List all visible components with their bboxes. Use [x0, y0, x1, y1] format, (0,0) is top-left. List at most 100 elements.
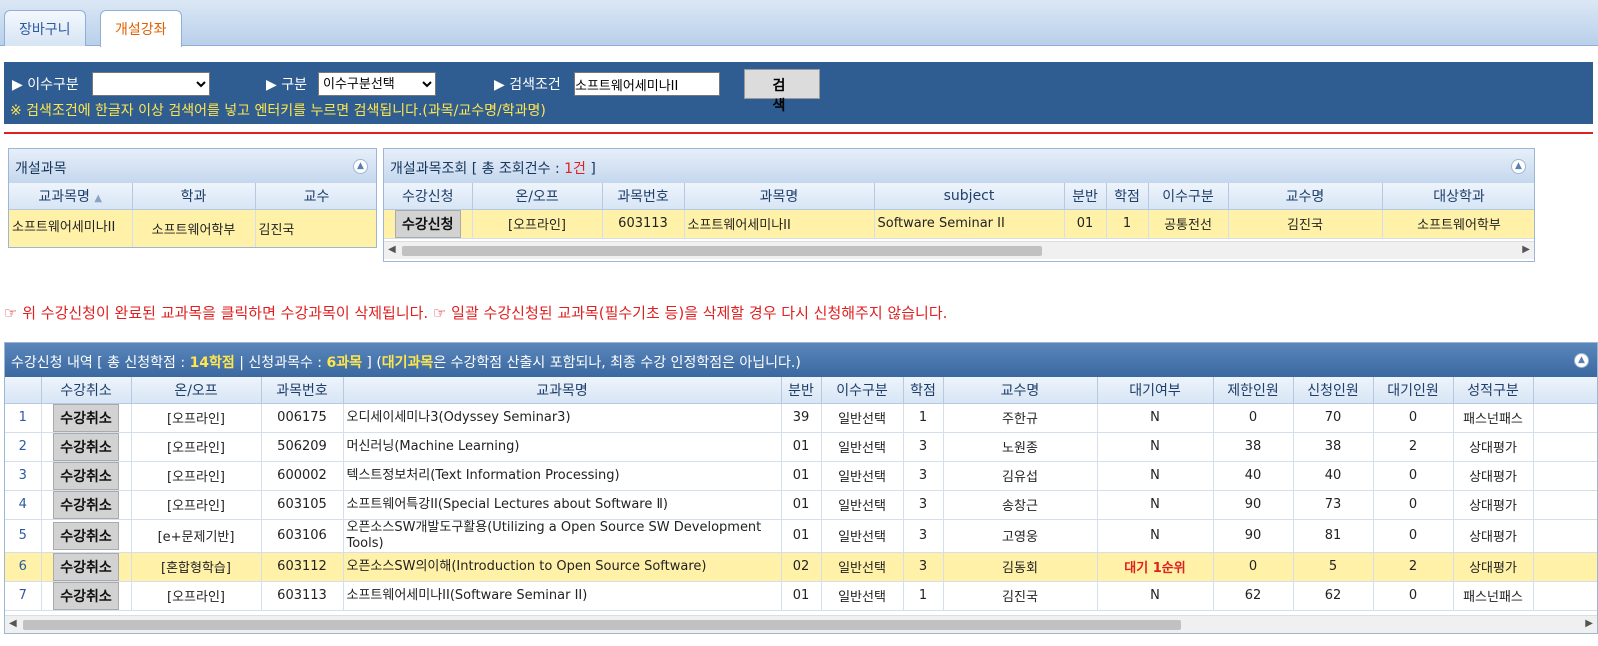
scroll-right-icon[interactable]: ▶: [1522, 244, 1530, 255]
grading-cell: 상대평가: [1453, 519, 1534, 553]
professor-cell: 김진국: [943, 581, 1098, 611]
register-button[interactable]: 수강신청: [394, 209, 461, 237]
collapse-icon[interactable]: ▲: [353, 159, 368, 174]
scroll-thumb[interactable]: [23, 620, 1181, 630]
column-header[interactable]: 제한인원: [1213, 377, 1294, 404]
scroll-left-icon[interactable]: ◀: [9, 618, 17, 629]
course-name-cell: 소프트웨어세미나II: [684, 209, 875, 239]
filler-cell: [1533, 519, 1597, 553]
waiting-cell: 2: [1373, 432, 1454, 462]
search-button[interactable]: 검 색: [744, 69, 820, 114]
cancel-button[interactable]: 수강취소: [53, 521, 119, 550]
column-header[interactable]: 분반: [1064, 183, 1107, 210]
scroll-left-icon[interactable]: ◀: [388, 244, 396, 255]
waiting-cell: 0: [1373, 403, 1454, 433]
column-header[interactable]: 수강취소: [41, 377, 132, 404]
applied-cell: 62: [1293, 581, 1374, 611]
wait-status-cell: N: [1097, 403, 1214, 433]
row-number-cell: 5: [5, 519, 42, 553]
cancel-button[interactable]: 수강취소: [53, 490, 119, 518]
waiting-cell: 0: [1373, 461, 1454, 491]
category-cell: 공통전선: [1148, 209, 1229, 239]
category-cell: 일반선택: [821, 581, 904, 611]
type-label: ▶ 구분: [266, 77, 307, 93]
row-number-cell: 6: [5, 552, 42, 582]
grading-cell: 상대평가: [1453, 490, 1534, 520]
column-header[interactable]: 대기인원: [1373, 377, 1454, 404]
professor-cell: 김동회: [943, 552, 1098, 582]
mode-cell: [오프라인]: [131, 581, 262, 611]
type-select[interactable]: 이수구분선택: [318, 72, 436, 96]
cancel-button[interactable]: 수강취소: [53, 552, 119, 580]
horizontal-scrollbar[interactable]: ◀ ▶: [384, 241, 1534, 259]
column-header[interactable]: 교수명: [943, 377, 1098, 404]
warning-text: ☞ 위 수강신청이 완료된 교과목을 클릭하면 수강과목이 삭제됩니다. ☞ 일…: [4, 304, 948, 322]
mode-cell: [오프라인]: [472, 209, 603, 239]
column-header[interactable]: subject: [874, 183, 1065, 210]
category-cell: 일반선택: [821, 403, 904, 433]
cancel-button[interactable]: 수강취소: [53, 432, 119, 460]
cancel-button[interactable]: 수강취소: [53, 461, 119, 489]
column-header[interactable]: 성적구분: [1453, 377, 1534, 404]
cancel-button[interactable]: 수강취소: [53, 581, 119, 609]
column-header[interactable]: 수강신청: [384, 183, 473, 210]
column-header[interactable]: 학점: [1106, 183, 1149, 210]
tab-open-courses[interactable]: 개설강좌: [100, 10, 182, 47]
column-header[interactable]: [5, 377, 42, 404]
column-header[interactable]: 학과: [132, 183, 256, 210]
category-label: ▶ 이수구분: [12, 77, 79, 93]
course-name-cell: 소프트웨어세미나II(Software Seminar II): [343, 581, 782, 611]
column-header[interactable]: 분반: [781, 377, 822, 404]
column-header[interactable]: 대기여부: [1097, 377, 1214, 404]
collapse-icon[interactable]: ▲: [1574, 353, 1589, 368]
row-number-cell: 7: [5, 581, 42, 611]
table-row: 2 수강취소 [오프라인] 506209 머신러닝(Machine Learning) 0…: [5, 432, 1597, 462]
collapse-icon[interactable]: ▲: [1511, 159, 1526, 174]
course-name-cell: 텍스트정보처리(Text Information Processing): [343, 461, 782, 491]
applied-cell: 73: [1293, 490, 1374, 520]
column-header[interactable]: 신청인원: [1293, 377, 1374, 404]
section-cell: 02: [781, 552, 822, 582]
column-header[interactable]: 과목명: [684, 183, 875, 210]
tab-cart[interactable]: 장바구니: [4, 10, 86, 46]
panel-header: 수강신청 내역 [ 총 신청학점 : 14학점 | 신청과목수 : 6과목 ] …: [5, 343, 1597, 377]
column-header[interactable]: 온/오프: [131, 377, 262, 404]
column-header[interactable]: 교수명: [1228, 183, 1383, 210]
cancel-cell: 수강취소: [41, 432, 132, 462]
column-header[interactable]: 온/오프: [472, 183, 603, 210]
horizontal-scrollbar[interactable]: ◀ ▶: [5, 615, 1597, 633]
professor-cell: 송창근: [943, 490, 1098, 520]
applied-cell: 5: [1293, 552, 1374, 582]
waiting-cell: 0: [1373, 519, 1454, 553]
column-header[interactable]: 학점: [903, 377, 944, 404]
column-header[interactable]: 과목번호: [261, 377, 344, 404]
category-select[interactable]: [92, 72, 210, 96]
course-code-cell: 006175: [261, 403, 344, 433]
column-header[interactable]: 과목번호: [602, 183, 685, 210]
column-header[interactable]: 교과목명: [343, 377, 782, 404]
table-row[interactable]: 소프트웨어세미나II 소프트웨어학부 김진국: [9, 209, 376, 247]
credit-cell: 1: [1106, 209, 1149, 239]
professor-cell: 고영웅: [943, 519, 1098, 553]
professor-cell: 김유섭: [943, 461, 1098, 491]
cancel-cell: 수강취소: [41, 552, 132, 582]
professor-cell: 김진국: [255, 209, 376, 247]
cancel-button[interactable]: 수강취소: [53, 403, 119, 431]
search-input[interactable]: [574, 72, 720, 96]
section-cell: 01: [1064, 209, 1107, 239]
panel-header: 개설과목조회 [ 총 조회건수 : 1건 ] ▲: [384, 149, 1534, 183]
column-header[interactable]: 대상학과: [1382, 183, 1534, 210]
credit-cell: 1: [903, 403, 944, 433]
course-search-panel: 개설과목조회 [ 총 조회건수 : 1건 ] ▲ 수강신청 온/오프 과목번호 …: [383, 148, 1535, 262]
column-header[interactable]: 이수구분: [821, 377, 904, 404]
category-cell: 일반선택: [821, 490, 904, 520]
scroll-right-icon[interactable]: ▶: [1585, 618, 1593, 629]
category-cell: 일반선택: [821, 552, 904, 582]
target-department-cell: 소프트웨어학부: [1382, 209, 1534, 239]
scroll-thumb[interactable]: [402, 246, 1042, 256]
department-cell: 소프트웨어학부: [132, 209, 256, 247]
column-header[interactable]: 교수: [255, 183, 376, 210]
column-header[interactable]: 교과목명 ▲: [9, 183, 133, 210]
column-header[interactable]: 이수구분: [1148, 183, 1229, 210]
section-cell: 01: [781, 581, 822, 611]
